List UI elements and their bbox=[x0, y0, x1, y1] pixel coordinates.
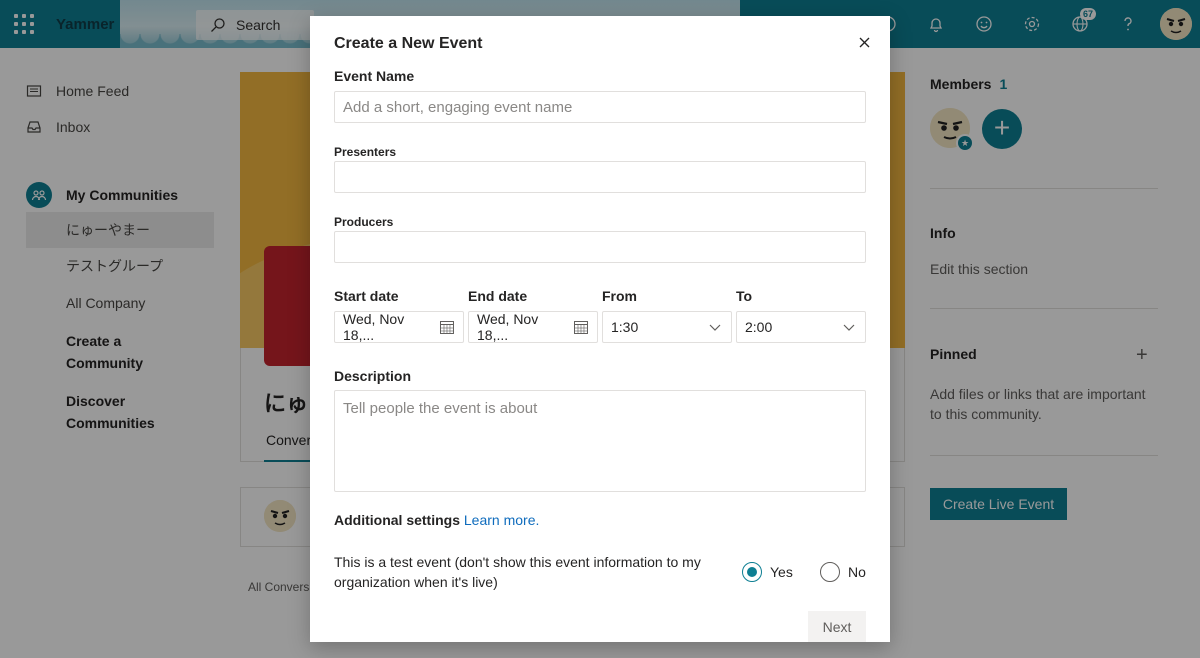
from-time-value: 1:30 bbox=[611, 319, 639, 335]
test-event-text: This is a test event (don't show this ev… bbox=[334, 554, 701, 590]
close-button[interactable] bbox=[854, 32, 874, 52]
additional-settings: Additional settings Learn more. bbox=[334, 512, 539, 528]
producers-label: Producers bbox=[334, 215, 394, 229]
presenters-label: Presenters bbox=[334, 145, 397, 159]
test-event-yes-radio[interactable]: Yes bbox=[742, 562, 793, 582]
additional-settings-label: Additional settings bbox=[334, 512, 460, 528]
start-date-label: Start date bbox=[334, 288, 399, 304]
from-label: From bbox=[602, 288, 637, 304]
end-date-value: Wed, Nov 18,... bbox=[477, 311, 539, 343]
to-time-value: 2:00 bbox=[745, 319, 773, 335]
test-event-no-radio[interactable]: No bbox=[820, 562, 866, 582]
dialog-title: Create a New Event bbox=[334, 35, 483, 52]
to-time-dropdown[interactable]: 2:00 bbox=[736, 311, 866, 343]
radio-unselected-icon bbox=[820, 562, 840, 582]
to-label: To bbox=[736, 288, 753, 304]
no-label: No bbox=[848, 564, 866, 580]
create-event-dialog: Create a New Event Event Name Presenters… bbox=[310, 16, 890, 642]
start-date-value: Wed, Nov 18,... bbox=[343, 311, 405, 343]
chevron-down-icon bbox=[843, 324, 855, 331]
yes-label: Yes bbox=[770, 564, 793, 580]
description-input[interactable] bbox=[334, 390, 866, 492]
next-button[interactable]: Next bbox=[808, 611, 866, 642]
event-name-label: Event Name bbox=[334, 68, 415, 84]
learn-more-link[interactable]: Learn more. bbox=[464, 512, 539, 528]
end-date-label: End date bbox=[468, 288, 528, 304]
producers-input[interactable] bbox=[334, 231, 866, 263]
description-label: Description bbox=[334, 368, 412, 384]
event-name-input[interactable] bbox=[334, 91, 866, 123]
start-date-picker[interactable]: Wed, Nov 18,... bbox=[334, 311, 464, 343]
presenters-input[interactable] bbox=[334, 161, 866, 193]
calendar-icon bbox=[574, 321, 589, 334]
radio-selected-icon bbox=[742, 562, 762, 582]
chevron-down-icon bbox=[709, 324, 721, 331]
end-date-picker[interactable]: Wed, Nov 18,... bbox=[468, 311, 598, 343]
from-time-dropdown[interactable]: 1:30 bbox=[602, 311, 732, 343]
calendar-icon bbox=[440, 321, 455, 334]
close-icon bbox=[859, 37, 869, 47]
